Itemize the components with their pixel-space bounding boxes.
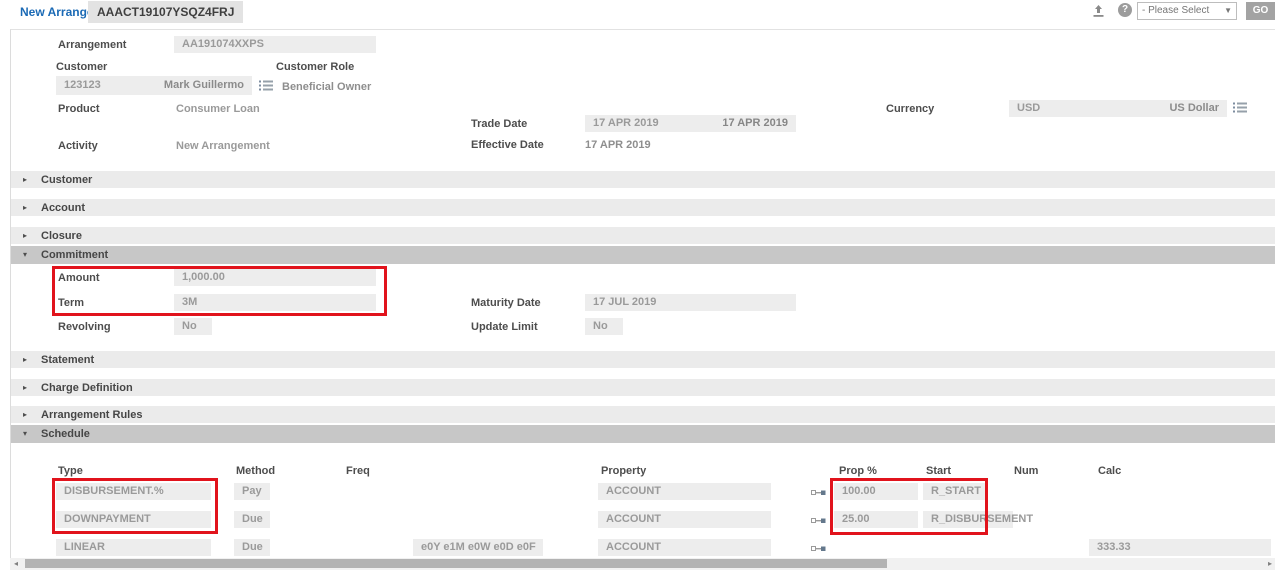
currency-lookup-list-icon[interactable] <box>1233 102 1247 113</box>
schedule-start-field[interactable]: R_START <box>923 483 985 500</box>
chevron-right-icon: ▸ <box>23 410 27 419</box>
customer-role-value: Beneficial Owner <box>282 81 371 93</box>
currency-name: US Dollar <box>1169 102 1219 115</box>
arrangement-field[interactable]: AA191074XXPS <box>174 36 376 53</box>
horizontal-scrollbar[interactable]: ◂ ▸ <box>10 558 1275 570</box>
col-header-start: Start <box>926 465 951 477</box>
trade-date-value: 17 APR 2019 <box>593 117 659 129</box>
maturity-date-field[interactable]: 17 JUL 2019 <box>585 294 796 311</box>
upload-icon[interactable] <box>1092 4 1105 18</box>
schedule-method-field[interactable]: Due <box>234 511 270 528</box>
section-charge-definition[interactable]: ▸ Charge Definition <box>11 379 1275 396</box>
schedule-freq-field[interactable]: e0Y e1M e0W e0D e0F <box>413 539 543 556</box>
arrangement-screen: New Arrangement AAACT19107YSQZ4FRJ ? - P… <box>0 0 1275 573</box>
section-closure[interactable]: ▸ Closure <box>11 227 1275 244</box>
customer-field[interactable]: 123123 Mark Guillermo <box>56 76 252 95</box>
product-label: Product <box>58 103 100 115</box>
section-arrangement-rules[interactable]: ▸ Arrangement Rules <box>11 406 1275 423</box>
scroll-right-icon[interactable]: ▸ <box>1268 559 1272 569</box>
section-charge-definition-label: Charge Definition <box>41 382 133 394</box>
command-select[interactable]: - Please Select ▼ <box>1137 2 1237 20</box>
chevron-down-icon: ▾ <box>23 429 27 438</box>
schedule-method-field[interactable]: Pay <box>234 483 270 500</box>
schedule-property-field[interactable]: ACCOUNT <box>598 511 771 528</box>
col-header-prop: Prop % <box>839 465 877 477</box>
customer-label: Customer <box>56 61 107 73</box>
section-commitment[interactable]: ▾ Commitment <box>11 246 1275 264</box>
currency-label: Currency <box>886 103 934 115</box>
activity-label: Activity <box>58 140 98 152</box>
effective-date-label: Effective Date <box>471 139 544 151</box>
activity-value: New Arrangement <box>176 140 270 152</box>
schedule-type-field[interactable]: DOWNPAYMENT <box>56 511 211 528</box>
amount-field[interactable]: 1,000.00 <box>174 269 376 286</box>
section-schedule[interactable]: ▾ Schedule <box>11 425 1275 443</box>
update-limit-label: Update Limit <box>471 321 538 333</box>
schedule-method-field[interactable]: Due <box>234 539 270 556</box>
customer-lookup-list-icon[interactable] <box>259 80 273 91</box>
update-limit-field[interactable]: No <box>585 318 623 335</box>
trade-date-field[interactable]: 17 APR 2019 17 APR 2019 <box>585 115 796 132</box>
help-icon[interactable]: ? <box>1118 3 1132 17</box>
section-statement[interactable]: ▸ Statement <box>11 351 1275 368</box>
term-field[interactable]: 3M <box>174 294 376 311</box>
trade-date-label: Trade Date <box>471 118 527 130</box>
section-schedule-label: Schedule <box>41 428 90 440</box>
chevron-down-icon: ▾ <box>23 250 27 259</box>
customer-name: Mark Guillermo <box>164 79 244 92</box>
section-statement-label: Statement <box>41 354 94 366</box>
scrollbar-thumb[interactable] <box>25 559 887 568</box>
tab-contract-id[interactable]: AAACT19107YSQZ4FRJ <box>88 1 243 23</box>
schedule-property-field[interactable]: ACCOUNT <box>598 483 771 500</box>
revolving-label: Revolving <box>58 321 111 333</box>
chevron-right-icon: ▸ <box>23 383 27 392</box>
col-header-type: Type <box>58 465 83 477</box>
content-panel: Arrangement AA191074XXPS Customer Custom… <box>10 29 1275 558</box>
chevron-down-icon: ▼ <box>1224 6 1232 15</box>
schedule-type-field[interactable]: LINEAR <box>56 539 211 556</box>
schedule-type-field[interactable]: DISBURSEMENT.% <box>56 483 211 500</box>
command-select-value: - Please Select <box>1142 5 1209 16</box>
scroll-left-icon[interactable]: ◂ <box>14 559 18 569</box>
currency-code: USD <box>1017 102 1040 114</box>
chevron-right-icon: ▸ <box>23 231 27 240</box>
maturity-date-label: Maturity Date <box>471 297 541 309</box>
effective-date-value: 17 APR 2019 <box>585 139 651 151</box>
chevron-right-icon: ▸ <box>23 355 27 364</box>
col-header-calc: Calc <box>1098 465 1121 477</box>
link-expand-icon[interactable] <box>811 517 826 524</box>
chevron-right-icon: ▸ <box>23 175 27 184</box>
section-customer-label: Customer <box>41 174 92 186</box>
term-label: Term <box>58 297 84 309</box>
chevron-right-icon: ▸ <box>23 203 27 212</box>
schedule-prop-field[interactable]: 100.00 <box>834 483 918 500</box>
col-header-property: Property <box>601 465 646 477</box>
col-header-method: Method <box>236 465 275 477</box>
arrangement-label: Arrangement <box>58 39 126 51</box>
go-button[interactable]: GO <box>1246 2 1275 20</box>
schedule-start-field[interactable]: R_DISBURSEMENT <box>923 511 1013 528</box>
currency-field[interactable]: USD US Dollar <box>1009 100 1227 117</box>
product-value: Consumer Loan <box>176 103 260 115</box>
revolving-field[interactable]: No <box>174 318 212 335</box>
section-account-label: Account <box>41 202 85 214</box>
schedule-property-field[interactable]: ACCOUNT <box>598 539 771 556</box>
col-header-freq: Freq <box>346 465 370 477</box>
section-closure-label: Closure <box>41 230 82 242</box>
section-commitment-label: Commitment <box>41 249 108 261</box>
amount-label: Amount <box>58 272 100 284</box>
customer-role-label: Customer Role <box>276 61 354 73</box>
section-account[interactable]: ▸ Account <box>11 199 1275 216</box>
col-header-num: Num <box>1014 465 1038 477</box>
schedule-prop-field[interactable]: 25.00 <box>834 511 918 528</box>
link-expand-icon[interactable] <box>811 545 826 552</box>
trade-date-value-right: 17 APR 2019 <box>722 117 788 130</box>
section-arrangement-rules-label: Arrangement Rules <box>41 409 142 421</box>
link-expand-icon[interactable] <box>811 489 826 496</box>
schedule-calc-field[interactable]: 333.33 <box>1089 539 1271 556</box>
section-customer[interactable]: ▸ Customer <box>11 171 1275 188</box>
customer-id: 123123 <box>64 79 101 91</box>
